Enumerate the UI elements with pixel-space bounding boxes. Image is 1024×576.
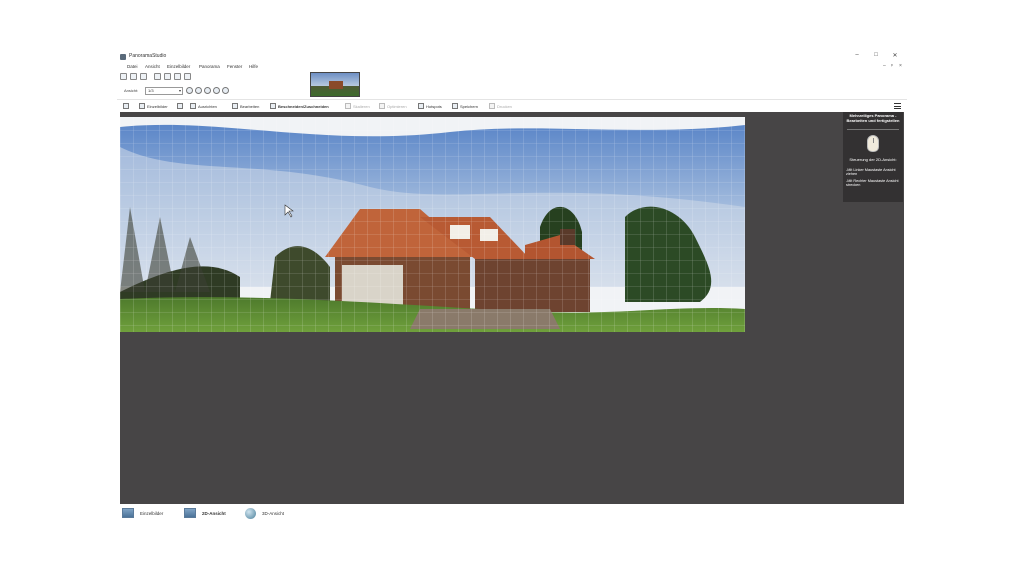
action-label: Beschneiden/Zuschneiden (278, 103, 329, 109)
import-icon[interactable] (154, 73, 161, 80)
workspace-canvas[interactable]: Mehrzeiliges Panorama - Bearbeiten und f… (120, 112, 904, 504)
tab-einzelbilder[interactable]: Einzelbilder (122, 508, 163, 518)
action-label: Ausrichten (198, 103, 217, 109)
file-toolbar (120, 73, 191, 81)
zoom-icons (186, 87, 229, 94)
window-title: PanoramaStudio (129, 53, 167, 59)
globe-3d-icon (245, 508, 256, 519)
export-icon[interactable] (164, 73, 171, 80)
menu-hilfe[interactable]: Hilfe (249, 64, 258, 69)
zoom-select[interactable]: 1/3 ▾ (145, 87, 183, 95)
menu-datei[interactable]: Datei (127, 64, 138, 69)
save-icon[interactable] (140, 73, 147, 80)
images-grid-icon (122, 508, 134, 518)
panel-divider (847, 129, 899, 130)
info-panel-line-2: -Mit Rechter Maustaste Ansicht strecken (846, 179, 899, 187)
zoom-window-icon[interactable] (222, 87, 229, 94)
open-icon[interactable] (130, 73, 137, 80)
panorama-scene (120, 117, 745, 332)
tab-label: 3D-Ansicht (262, 511, 285, 516)
chevron-down-icon: ▾ (178, 88, 181, 93)
zoom-label: Ansicht: (124, 88, 139, 93)
close-button[interactable]: ✕ (889, 52, 901, 59)
tab-label: 2D-Ansicht (202, 510, 226, 516)
mouse-icon (867, 135, 879, 152)
action-beschneiden[interactable]: Beschneiden/Zuschneiden (270, 103, 329, 109)
thumbnail-house (329, 81, 343, 89)
action-skalieren[interactable]: Skalieren (345, 103, 370, 109)
maximize-button[interactable]: □ (870, 52, 882, 58)
action-label: Bearbeiten (240, 103, 260, 109)
zoom-in-icon[interactable] (186, 87, 193, 94)
action-label: Speichern (460, 103, 479, 109)
title-bar: PanoramaStudio – □ ✕ (117, 50, 907, 62)
info-panel-title: Mehrzeiliges Panorama - Bearbeiten und f… (846, 113, 900, 123)
print-icon (489, 103, 495, 109)
save-icon (452, 103, 458, 109)
action-label: Optimieren (387, 103, 407, 109)
menu-bar: Datei Ansicht Einzelbilder Panorama Fens… (117, 62, 907, 72)
action-label: Einzelbilder (147, 103, 168, 109)
menu-einzelbilder[interactable]: Einzelbilder (167, 64, 190, 69)
action-label: Skalieren (353, 103, 370, 109)
app-icon (120, 54, 126, 60)
zoom-100-icon[interactable] (213, 87, 220, 94)
minimize-button[interactable]: – (851, 52, 863, 58)
optimize-icon (379, 103, 385, 109)
edit-icon (232, 103, 238, 109)
new-icon[interactable] (120, 73, 127, 80)
action-ausrichten[interactable]: Ausrichten (177, 103, 217, 109)
action-einzelbilder[interactable]: Einzelbilder (123, 103, 168, 109)
link-icon (177, 103, 183, 109)
mdi-restore-button[interactable]: ᵖ (891, 63, 893, 69)
action-drucken[interactable]: Drucken (489, 103, 512, 109)
menu-icon[interactable] (894, 103, 901, 109)
align-icon (190, 103, 196, 109)
action-label: Hotspots (426, 103, 442, 109)
menu-ansicht[interactable]: Ansicht (145, 64, 160, 69)
images-icon (123, 103, 129, 109)
tab-2d-ansicht[interactable]: 2D-Ansicht (184, 508, 226, 518)
panorama-thumbnail[interactable] (310, 72, 360, 97)
action-bearbeiten[interactable]: Bearbeiten (232, 103, 259, 109)
info-panel: Mehrzeiliges Panorama - Bearbeiten und f… (843, 112, 903, 202)
images-alt-icon (139, 103, 145, 109)
zoom-value: 1/3 (148, 88, 154, 93)
mdi-close-button[interactable]: × (899, 63, 902, 69)
action-optimieren[interactable]: Optimieren (379, 103, 407, 109)
action-hotspots[interactable]: Hotspots (418, 103, 442, 109)
action-label: Drucken (497, 103, 512, 109)
info-panel-line-1: -Mit Linker Maustaste Ansicht ziehen (846, 168, 896, 176)
scale-icon (345, 103, 351, 109)
tab-label: Einzelbilder (140, 510, 164, 516)
settings-icon[interactable] (174, 73, 181, 80)
zoom-fit-icon[interactable] (204, 87, 211, 94)
view-tabs: Einzelbilder 2D-Ansicht 3D-Ansicht (117, 505, 907, 523)
panorama-2d-icon (184, 508, 196, 518)
hotspot-icon (418, 103, 424, 109)
app-window: PanoramaStudio – □ ✕ Datei Ansicht Einze… (117, 50, 907, 526)
menu-panorama[interactable]: Panorama (199, 64, 220, 69)
menu-fenster[interactable]: Fenster (227, 64, 242, 69)
tab-3d-ansicht[interactable]: 3D-Ansicht (245, 508, 284, 519)
mdi-minimize-button[interactable]: – (883, 63, 886, 69)
info-icon[interactable] (184, 73, 191, 80)
zoom-out-icon[interactable] (195, 87, 202, 94)
info-panel-subtitle: Steuerung der 2D-Ansicht: (849, 157, 897, 162)
workflow-toolbar: Einzelbilder Ausrichten Bearbeiten Besch… (117, 99, 907, 111)
action-speichern[interactable]: Speichern (452, 103, 478, 109)
panorama-image[interactable] (120, 117, 745, 332)
crop-icon (270, 103, 276, 109)
